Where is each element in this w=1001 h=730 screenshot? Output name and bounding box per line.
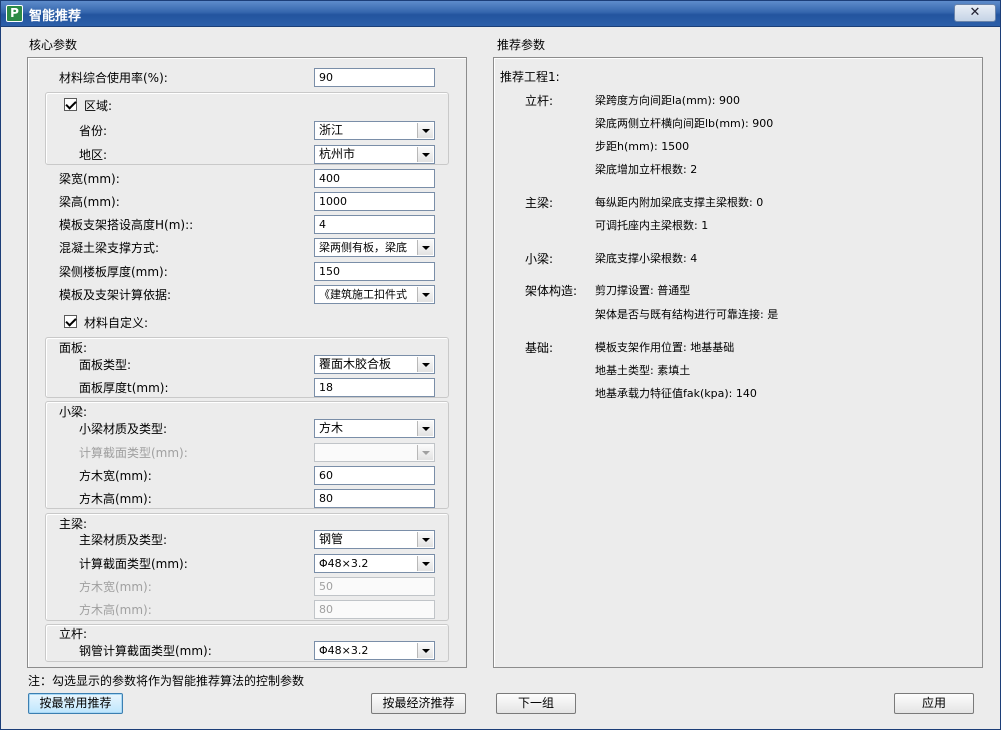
rec-pole-item: 梁跨度方向间距la(mm): 900: [595, 94, 741, 107]
custom-material-label: 材料自定义:: [84, 316, 149, 330]
rec-frame-label: 架体构造:: [525, 284, 578, 298]
chevron-down-icon[interactable]: [417, 357, 433, 372]
area-select[interactable]: 杭州市: [314, 145, 435, 164]
beam-width-input[interactable]: 400: [314, 169, 435, 188]
support-method-select[interactable]: 梁两侧有板，梁底: [314, 238, 435, 257]
slab-thickness-label: 梁侧楼板厚度(mm):: [59, 265, 168, 279]
recommend-params-panel: 推荐工程1: 立杆: 梁跨度方向间距la(mm): 900 梁底两侧立杆横向间距…: [493, 57, 983, 668]
slab-thickness-input[interactable]: 150: [314, 262, 435, 281]
area-value: 杭州市: [319, 147, 356, 161]
rec-pole-item: 步距h(mm): 1500: [595, 140, 690, 153]
app-icon: P: [6, 5, 23, 22]
chevron-down-icon[interactable]: [417, 556, 433, 571]
panel-type-label: 面板类型:: [79, 358, 132, 372]
economic-recommend-button[interactable]: 按最经济推荐: [371, 693, 466, 714]
small-beam-width-input[interactable]: 60: [314, 466, 435, 485]
chevron-down-icon[interactable]: [417, 147, 433, 162]
recommend-params-title: 推荐参数: [497, 38, 546, 52]
rec-foundation-item: 地基承载力特征值fak(kpa): 140: [595, 387, 757, 400]
support-height-label: 模板支架搭设高度H(m)::: [59, 218, 194, 232]
rec-main-beam-item: 可调托座内主梁根数: 1: [595, 219, 709, 232]
rec-small-beam-label: 小梁:: [525, 252, 554, 266]
pole-section-label: 钢管计算截面类型(mm):: [79, 644, 212, 658]
rec-small-beam-item: 梁底支撑小梁根数: 4: [595, 252, 698, 265]
core-params-title: 核心参数: [29, 38, 78, 52]
chevron-down-icon[interactable]: [417, 240, 433, 255]
area-label: 地区:: [79, 148, 108, 162]
region-checkbox[interactable]: [64, 98, 77, 111]
pole-section-select[interactable]: Φ48×3.2: [314, 641, 435, 660]
main-beam-section-select[interactable]: Φ48×3.2: [314, 554, 435, 573]
main-beam-height-input: 80: [314, 600, 435, 619]
main-beam-width-label: 方木宽(mm):: [79, 580, 152, 594]
main-beam-width-input: 50: [314, 577, 435, 596]
rec-pole-item: 梁底增加立杆根数: 2: [595, 163, 698, 176]
main-beam-material-select[interactable]: 钢管: [314, 530, 435, 549]
chevron-down-icon[interactable]: [417, 643, 433, 658]
calc-basis-select[interactable]: 《建筑施工扣件式: [314, 285, 435, 304]
beam-height-label: 梁高(mm):: [59, 195, 120, 209]
main-beam-material-value: 钢管: [319, 532, 344, 546]
custom-material-checkbox[interactable]: [64, 315, 77, 328]
smart-recommend-dialog: P 智能推荐 ✕ 核心参数 材料综合使用率(%): 90 区域: 省份: 浙江 …: [0, 0, 1001, 730]
chevron-down-icon[interactable]: [417, 421, 433, 436]
small-beam-material-select[interactable]: 方木: [314, 419, 435, 438]
chevron-down-icon[interactable]: [417, 287, 433, 302]
close-button[interactable]: ✕: [954, 4, 996, 22]
province-select[interactable]: 浙江: [314, 121, 435, 140]
note-text: 注：勾选显示的参数将作为智能推荐算法的控制参数: [28, 674, 305, 688]
small-beam-section-label: 计算截面类型(mm):: [79, 446, 188, 460]
core-params-panel: 材料综合使用率(%): 90 区域: 省份: 浙江 地区: 杭州市 梁宽(mm)…: [27, 57, 467, 668]
beam-width-label: 梁宽(mm):: [59, 172, 120, 186]
small-beam-material-label: 小梁材质及类型:: [79, 422, 168, 436]
next-group-button[interactable]: 下一组: [496, 693, 576, 714]
main-beam-section-label: 计算截面类型(mm):: [79, 557, 188, 571]
rec-foundation-item: 模板支架作用位置: 地基基础: [595, 341, 735, 354]
small-beam-height-label: 方木高(mm):: [79, 492, 152, 506]
rec-frame-item: 剪刀撑设置: 普通型: [595, 284, 691, 297]
rec-frame-item: 架体是否与既有结构进行可靠连接: 是: [595, 308, 779, 321]
calc-basis-value: 《建筑施工扣件式: [319, 288, 407, 301]
chevron-down-icon[interactable]: [417, 532, 433, 547]
rec-foundation-item: 地基土类型: 素填土: [595, 364, 691, 377]
panel-thickness-input[interactable]: 18: [314, 378, 435, 397]
beam-height-input[interactable]: 1000: [314, 192, 435, 211]
calc-basis-label: 模板及支架计算依据:: [59, 288, 172, 302]
main-beam-height-label: 方木高(mm):: [79, 603, 152, 617]
material-rate-label: 材料综合使用率(%):: [59, 71, 168, 85]
rec-pole-item: 梁底两侧立杆横向间距lb(mm): 900: [595, 117, 774, 130]
region-label: 区域:: [84, 99, 113, 113]
title-bar[interactable]: P 智能推荐 ✕: [1, 1, 1000, 27]
small-beam-group-title: 小梁:: [59, 405, 88, 419]
pole-group-title: 立杆:: [59, 627, 88, 641]
support-method-value: 梁两侧有板，梁底: [319, 241, 407, 254]
small-beam-width-label: 方木宽(mm):: [79, 469, 152, 483]
common-recommend-button[interactable]: 按最常用推荐: [28, 693, 123, 714]
province-value: 浙江: [319, 123, 344, 137]
panel-thickness-label: 面板厚度t(mm):: [79, 381, 169, 395]
rec-main-beam-item: 每纵距内附加梁底支撑主梁根数: 0: [595, 196, 764, 209]
chevron-down-icon[interactable]: [417, 123, 433, 138]
main-beam-material-label: 主梁材质及类型:: [79, 533, 168, 547]
rec-pole-label: 立杆:: [525, 94, 554, 108]
chevron-down-icon: [417, 445, 433, 460]
support-height-input[interactable]: 4: [314, 215, 435, 234]
pole-section-value: Φ48×3.2: [319, 644, 369, 657]
province-label: 省份:: [79, 124, 108, 138]
rec-foundation-label: 基础:: [525, 341, 554, 355]
main-beam-section-value: Φ48×3.2: [319, 557, 369, 570]
project-label: 推荐工程1:: [500, 70, 560, 84]
small-beam-material-value: 方木: [319, 421, 344, 435]
rec-main-beam-label: 主梁:: [525, 196, 554, 210]
panel-type-value: 覆面木胶合板: [319, 357, 392, 371]
support-method-label: 混凝土梁支撑方式:: [59, 241, 160, 255]
small-beam-height-input[interactable]: 80: [314, 489, 435, 508]
apply-button[interactable]: 应用: [894, 693, 974, 714]
window-title: 智能推荐: [29, 9, 82, 24]
panel-group-title: 面板:: [59, 341, 88, 355]
material-rate-input[interactable]: 90: [314, 68, 435, 87]
small-beam-section-select: [314, 443, 435, 462]
main-beam-group-title: 主梁:: [59, 517, 88, 531]
panel-type-select[interactable]: 覆面木胶合板: [314, 355, 435, 374]
